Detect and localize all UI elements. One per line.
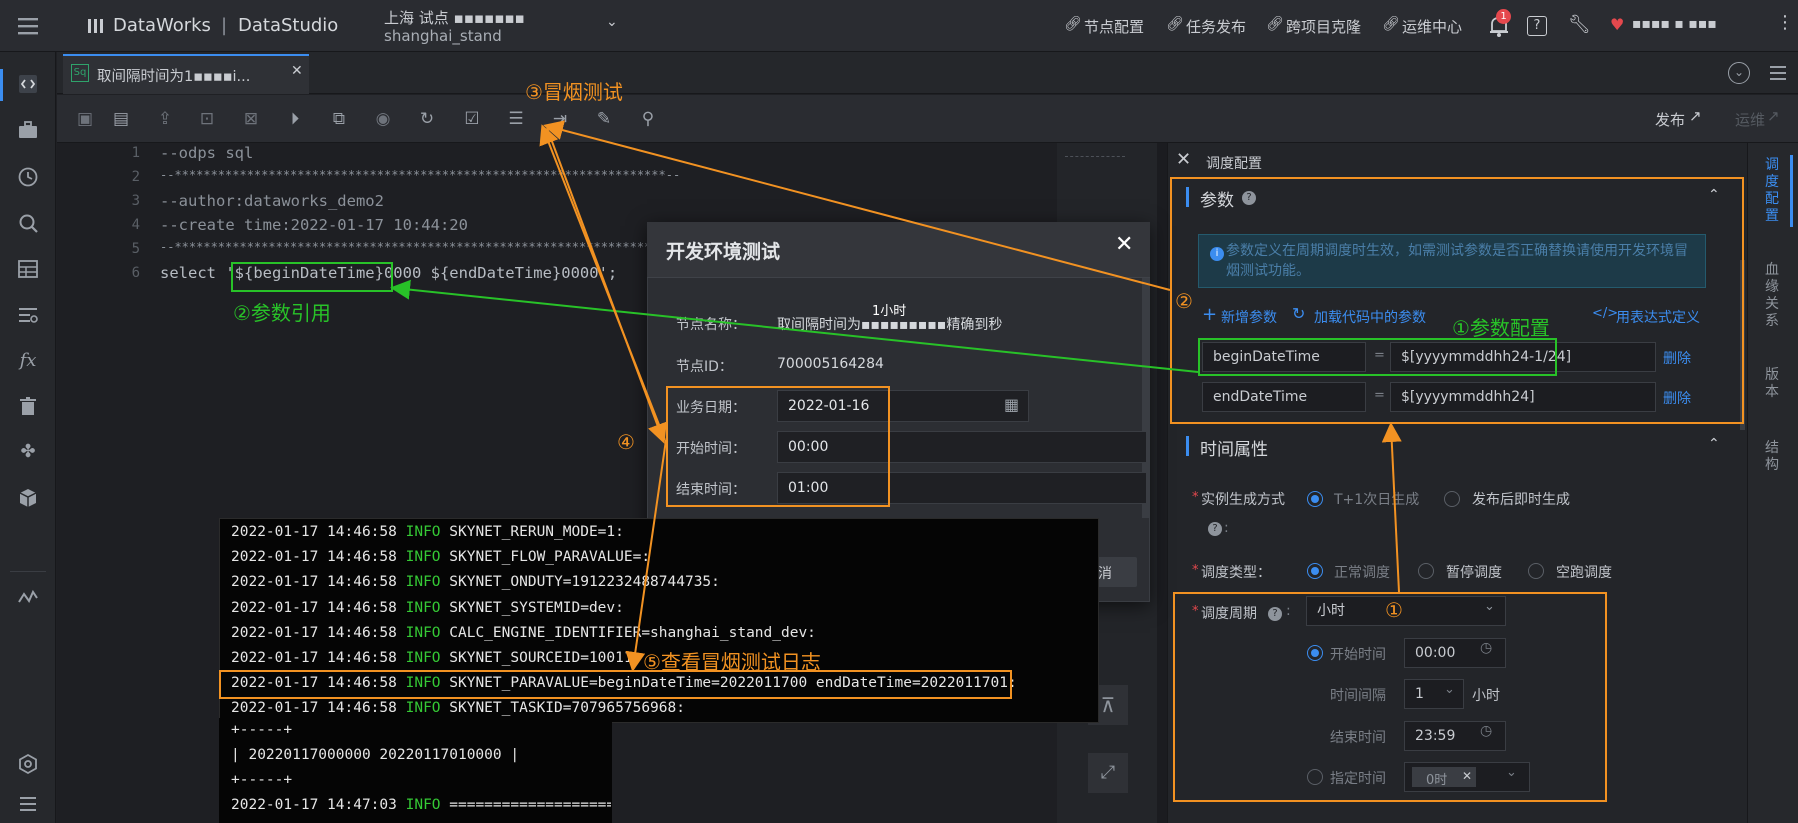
annotation-arrows <box>390 120 1402 672</box>
